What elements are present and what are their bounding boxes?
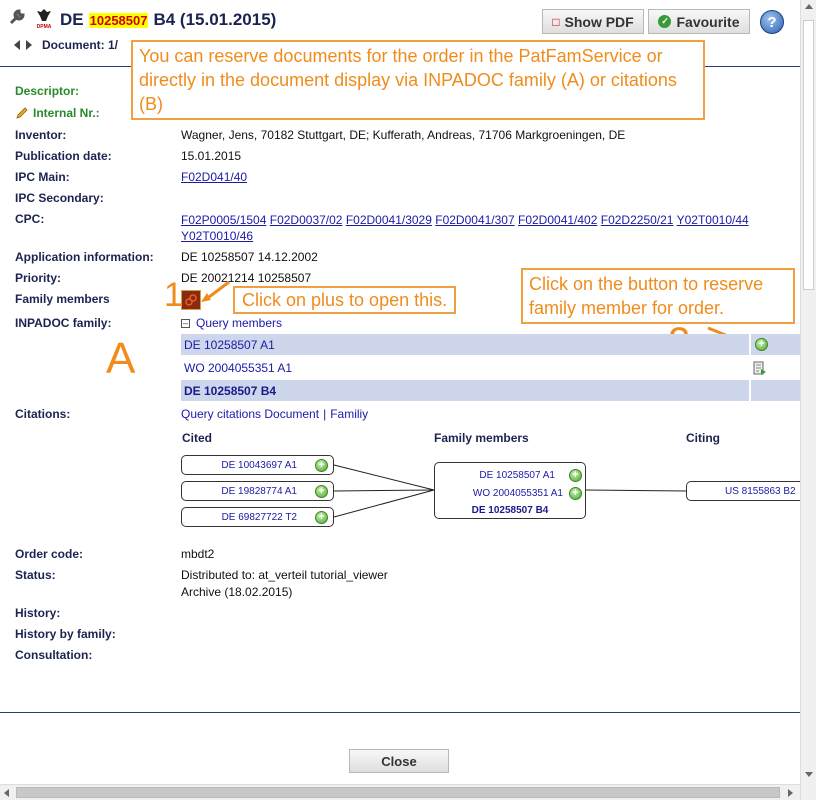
reserve-plus-button[interactable]: + — [315, 510, 328, 524]
reserve-plus-button[interactable]: + — [315, 484, 328, 498]
scroll-down-arrow-icon[interactable] — [805, 772, 813, 777]
reserve-plus-button[interactable]: + — [315, 458, 328, 472]
history-family-label: History by family: — [15, 627, 116, 641]
vertical-scrollbar[interactable] — [800, 0, 816, 800]
cited-node[interactable]: DE 19828774 A1 + — [181, 481, 334, 501]
footer-divider — [0, 712, 800, 713]
scroll-h-thumb[interactable] — [16, 787, 780, 798]
status-line-1: Distributed to: at_verteil tutorial_view… — [181, 568, 388, 582]
status-label: Status: — [15, 568, 56, 582]
status-line-2: Archive (18.02.2015) — [181, 585, 293, 599]
close-button[interactable]: Close — [349, 749, 449, 773]
cited-node[interactable]: DE 10043697 A1 + — [181, 455, 334, 475]
family-node: DE 10258507 A1 + WO 2004055351 A1 + DE 1… — [434, 462, 586, 519]
reserve-plus-button[interactable]: + — [569, 468, 582, 482]
scroll-right-arrow-icon[interactable] — [788, 789, 793, 797]
scroll-left-arrow-icon[interactable] — [4, 789, 9, 797]
reserve-plus-button[interactable]: + — [569, 486, 582, 500]
cited-node[interactable]: DE 69827722 T2 + — [181, 507, 334, 527]
graph-connectors — [333, 464, 687, 518]
history-label: History: — [15, 606, 61, 620]
scroll-up-arrow-icon[interactable] — [805, 4, 813, 9]
citing-node[interactable]: US 8155863 B2 — [686, 481, 800, 501]
horizontal-scrollbar[interactable] — [0, 784, 800, 800]
consultation-label: Consultation: — [15, 648, 93, 662]
scroll-thumb[interactable] — [803, 20, 814, 290]
order-code-value: mbdt2 — [181, 547, 215, 561]
order-code-label: Order code: — [15, 547, 84, 561]
